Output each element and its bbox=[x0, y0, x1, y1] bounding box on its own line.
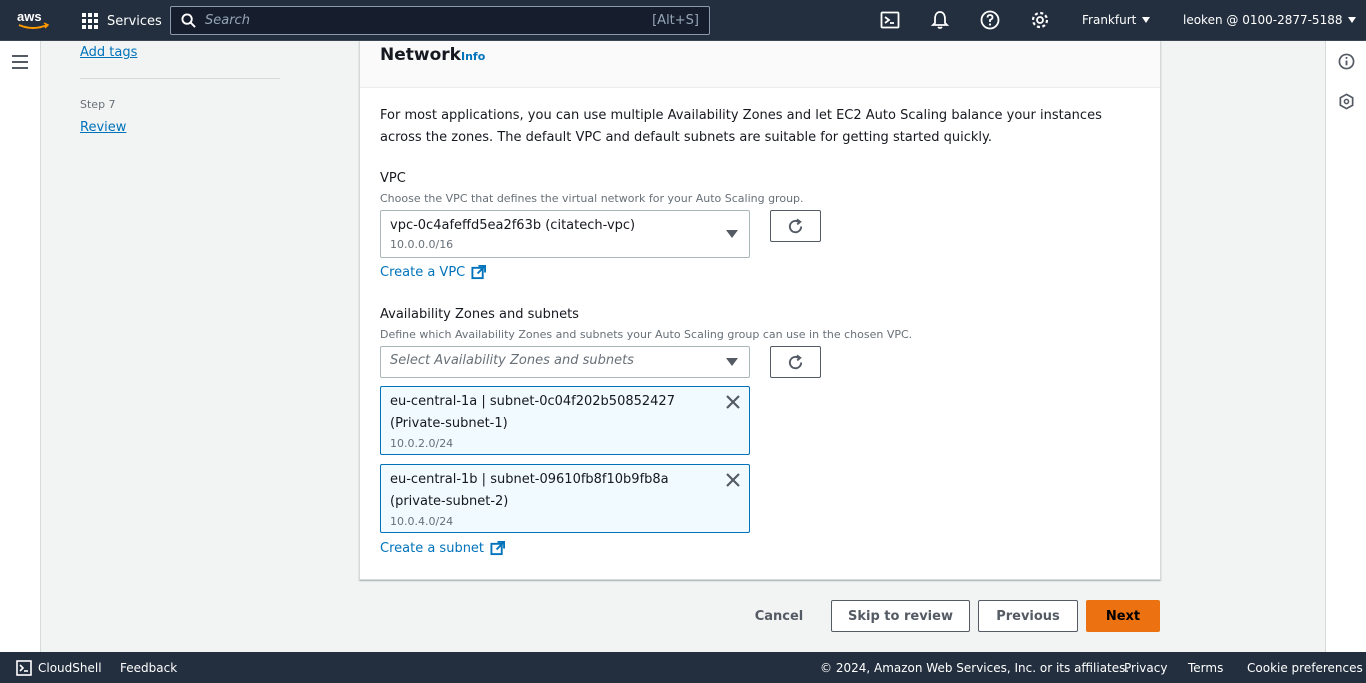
footer-terms-link[interactable]: Terms bbox=[1188, 661, 1223, 675]
step-review-link[interactable]: Review bbox=[80, 120, 126, 135]
token-line1: eu-central-1b | subnet-09610fb8f10b9fb8a bbox=[390, 472, 669, 487]
help-icon[interactable] bbox=[980, 10, 1000, 30]
search-icon bbox=[181, 13, 196, 28]
gear-icon[interactable] bbox=[1030, 10, 1050, 30]
region-selector[interactable]: Frankfurt bbox=[1082, 13, 1151, 27]
subnet-token: eu-central-1b | subnet-09610fb8f10b9fb8a… bbox=[380, 464, 750, 533]
refresh-icon bbox=[788, 218, 803, 233]
region-label: Frankfurt bbox=[1082, 13, 1137, 27]
grid-icon bbox=[82, 13, 98, 29]
caret-down-icon bbox=[726, 230, 738, 238]
footer-copyright: © 2024, Amazon Web Services, Inc. or its… bbox=[820, 661, 1130, 675]
previous-button[interactable]: Previous bbox=[978, 600, 1078, 632]
vpc-selected-cidr: 10.0.0.0/16 bbox=[390, 238, 454, 251]
vpc-select[interactable]: vpc-0c4afeffd5ea2f63b (citatech-vpc) 10.… bbox=[380, 210, 750, 258]
services-menu-button[interactable]: Services bbox=[82, 10, 162, 32]
create-vpc-label: Create a VPC bbox=[380, 265, 466, 280]
footer-privacy-link[interactable]: Privacy bbox=[1124, 661, 1167, 675]
token-cidr: 10.0.4.0/24 bbox=[390, 515, 454, 528]
right-rail bbox=[1325, 41, 1366, 652]
azs-placeholder: Select Availability Zones and subnets bbox=[390, 353, 634, 368]
vpc-refresh-button[interactable] bbox=[770, 210, 821, 242]
step-add-tags-link[interactable]: Add tags bbox=[80, 45, 137, 60]
network-panel: Network Info For most applications, you … bbox=[359, 41, 1161, 580]
footer-cloudshell-link[interactable]: CloudShell bbox=[38, 661, 102, 675]
next-button[interactable]: Next bbox=[1086, 600, 1160, 632]
top-navigation: aws Services Search [Alt+S] Frankfurt le… bbox=[0, 0, 1366, 41]
token-line2: (private-subnet-2) bbox=[390, 494, 509, 509]
search-input[interactable]: Search [Alt+S] bbox=[170, 6, 710, 35]
close-icon[interactable] bbox=[725, 394, 741, 410]
azs-refresh-button[interactable] bbox=[770, 346, 821, 378]
account-label: leoken @ 0100-2877-5188 bbox=[1183, 13, 1343, 27]
left-rail bbox=[0, 41, 41, 652]
account-menu[interactable]: leoken @ 0100-2877-5188 bbox=[1183, 13, 1357, 27]
footer-cookie-link[interactable]: Cookie preferences bbox=[1247, 661, 1363, 675]
create-vpc-link[interactable]: Create a VPC bbox=[380, 265, 487, 280]
create-subnet-label: Create a subnet bbox=[380, 541, 485, 556]
create-subnet-link[interactable]: Create a subnet bbox=[380, 541, 506, 556]
caret-down-icon bbox=[726, 358, 738, 366]
close-icon[interactable] bbox=[725, 472, 741, 488]
footer-feedback-link[interactable]: Feedback bbox=[120, 661, 177, 675]
info-link[interactable]: Info bbox=[461, 50, 485, 63]
hamburger-menu-icon[interactable] bbox=[12, 55, 28, 73]
search-placeholder: Search bbox=[205, 13, 250, 28]
skip-to-review-button[interactable]: Skip to review bbox=[831, 600, 970, 632]
search-shortcut: [Alt+S] bbox=[652, 13, 699, 28]
caret-down-icon bbox=[1348, 17, 1357, 23]
step7-label: Step 7 bbox=[80, 98, 116, 111]
cloudshell-icon[interactable] bbox=[880, 10, 900, 30]
bell-icon[interactable] bbox=[930, 10, 950, 30]
svg-text:aws: aws bbox=[17, 9, 42, 24]
divider bbox=[80, 78, 280, 79]
panel-header: Network Info bbox=[360, 41, 1160, 88]
services-label: Services bbox=[107, 13, 162, 29]
cloudshell-icon[interactable] bbox=[16, 660, 32, 676]
network-description: For most applications, you can use multi… bbox=[380, 108, 1102, 145]
azs-description: Define which Availability Zones and subn… bbox=[380, 328, 913, 341]
token-line2: (Private-subnet-1) bbox=[390, 416, 508, 431]
cancel-button[interactable]: Cancel bbox=[745, 600, 813, 632]
aws-logo-icon[interactable]: aws bbox=[16, 8, 52, 32]
vpc-description: Choose the VPC that defines the virtual … bbox=[380, 192, 804, 205]
token-cidr: 10.0.2.0/24 bbox=[390, 437, 454, 450]
token-line1: eu-central-1a | subnet-0c04f202b50852427 bbox=[390, 394, 675, 409]
vpc-selected-value: vpc-0c4afeffd5ea2f63b (citatech-vpc) bbox=[390, 218, 636, 233]
panel-title: Network bbox=[380, 45, 461, 65]
external-link-icon bbox=[490, 541, 506, 556]
caret-down-icon bbox=[1142, 17, 1151, 23]
azs-label: Availability Zones and subnets bbox=[380, 307, 579, 322]
refresh-icon bbox=[788, 354, 803, 369]
info-icon[interactable] bbox=[1338, 53, 1355, 70]
azs-select[interactable]: Select Availability Zones and subnets bbox=[380, 346, 750, 378]
subnet-token: eu-central-1a | subnet-0c04f202b50852427… bbox=[380, 386, 750, 455]
vpc-label: VPC bbox=[380, 171, 406, 186]
footer: CloudShell Feedback © 2024, Amazon Web S… bbox=[0, 652, 1366, 683]
hexagon-icon[interactable] bbox=[1338, 93, 1355, 110]
external-link-icon bbox=[471, 265, 487, 280]
